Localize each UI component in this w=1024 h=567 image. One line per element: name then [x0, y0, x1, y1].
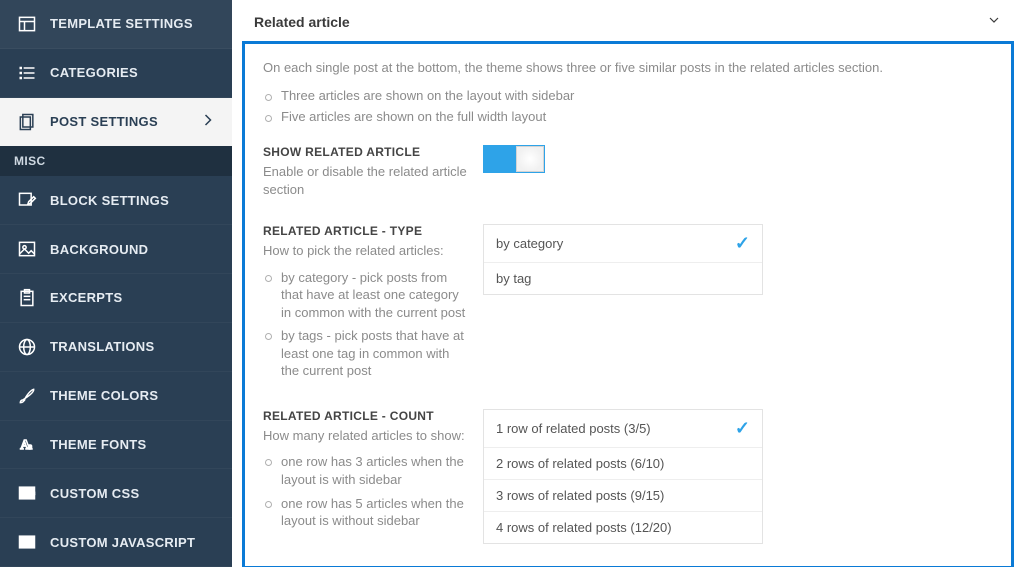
js-icon: JS: [14, 532, 40, 552]
sidebar-item-background[interactable]: BACKGROUND: [0, 225, 232, 274]
type-option-list: by category ✓ by tag ✓: [483, 224, 763, 295]
panel-body: On each single post at the bottom, the t…: [242, 41, 1014, 567]
count-option-4-rows[interactable]: 4 rows of related posts (12/20) ✓: [484, 512, 762, 543]
setting-related-article-type: RELATED ARTICLE - TYPE How to pick the r…: [263, 224, 993, 383]
check-icon: ✓: [735, 418, 750, 439]
option-label: 1 row of related posts (3/5): [496, 421, 651, 436]
count-option-2-rows[interactable]: 2 rows of related posts (6/10) ✓: [484, 448, 762, 480]
count-option-1-row[interactable]: 1 row of related posts (3/5) ✓: [484, 410, 762, 448]
sidebar-item-label: TEMPLATE SETTINGS: [50, 16, 193, 31]
sidebar-item-label: BACKGROUND: [50, 242, 148, 257]
font-icon: Aa: [14, 434, 40, 454]
sidebar-item-label: EXCERPTS: [50, 290, 122, 305]
setting-desc: How to pick the related articles: by cat…: [263, 242, 467, 383]
setting-title: RELATED ARTICLE - COUNT: [263, 409, 467, 423]
layout-icon: [14, 14, 40, 34]
edit-block-icon: [14, 190, 40, 210]
sidebar-item-template-settings[interactable]: TEMPLATE SETTINGS: [0, 0, 232, 49]
sidebar-item-theme-colors[interactable]: THEME COLORS: [0, 372, 232, 421]
panel-intro-bullets: Three articles are shown on the layout w…: [263, 85, 993, 127]
sidebar: TEMPLATE SETTINGS CATEGORIES POST SETTIN…: [0, 0, 232, 567]
setting-desc: Enable or disable the related article se…: [263, 163, 467, 198]
setting-bullet: by category - pick posts from that have …: [281, 266, 467, 325]
intro-bullet: Three articles are shown on the layout w…: [281, 85, 993, 106]
sidebar-item-block-settings[interactable]: BLOCK SETTINGS: [0, 176, 232, 225]
sidebar-item-label: CATEGORIES: [50, 65, 138, 80]
panel-header-related-article[interactable]: Related article: [232, 0, 1024, 41]
check-icon: ✓: [735, 233, 750, 254]
panel-title: Related article: [254, 14, 350, 30]
setting-bullet: by tags - pick posts that have at least …: [281, 324, 467, 383]
sidebar-item-label: POST SETTINGS: [50, 114, 158, 129]
setting-title: RELATED ARTICLE - TYPE: [263, 224, 467, 238]
clipboard-icon: [14, 288, 40, 308]
brush-icon: [14, 386, 40, 406]
option-label: by tag: [496, 271, 531, 286]
type-option-by-category[interactable]: by category ✓: [484, 225, 762, 263]
count-option-list: 1 row of related posts (3/5) ✓ 2 rows of…: [483, 409, 763, 544]
globe-icon: [14, 337, 40, 357]
sidebar-item-translations[interactable]: TRANSLATIONS: [0, 323, 232, 372]
chevron-right-icon: [198, 110, 218, 133]
intro-bullet: Five articles are shown on the full widt…: [281, 106, 993, 127]
list-icon: [14, 63, 40, 83]
setting-title: SHOW RELATED ARTICLE: [263, 145, 467, 159]
svg-text:a: a: [28, 442, 33, 451]
sidebar-item-label: THEME COLORS: [50, 388, 158, 403]
sidebar-item-label: CUSTOM JAVASCRIPT: [50, 535, 195, 550]
sidebar-item-categories[interactable]: CATEGORIES: [0, 49, 232, 98]
sidebar-item-post-settings[interactable]: POST SETTINGS: [0, 98, 232, 147]
panel-intro: On each single post at the bottom, the t…: [263, 60, 993, 75]
sidebar-item-theme-fonts[interactable]: Aa THEME FONTS: [0, 421, 232, 470]
document-copy-icon: [14, 112, 40, 132]
option-label: 3 rows of related posts (9/15): [496, 488, 664, 503]
sidebar-item-label: BLOCK SETTINGS: [50, 193, 169, 208]
sidebar-item-custom-css[interactable]: CSS CUSTOM CSS: [0, 469, 232, 518]
setting-bullet: one row has 3 articles when the layout i…: [281, 450, 467, 491]
svg-text:JS: JS: [23, 538, 33, 547]
show-related-toggle[interactable]: [483, 145, 545, 173]
setting-bullet: one row has 5 articles when the layout i…: [281, 492, 467, 533]
count-option-3-rows[interactable]: 3 rows of related posts (9/15) ✓: [484, 480, 762, 512]
sidebar-section-misc: MISC: [0, 146, 232, 176]
setting-related-article-count: RELATED ARTICLE - COUNT How many related…: [263, 409, 993, 544]
image-icon: [14, 239, 40, 259]
sidebar-item-custom-javascript[interactable]: JS CUSTOM JAVASCRIPT: [0, 518, 232, 567]
main-panel: Related article On each single post at t…: [232, 0, 1024, 567]
toggle-knob: [516, 146, 544, 172]
css-icon: CSS: [14, 483, 40, 503]
option-label: 4 rows of related posts (12/20): [496, 520, 672, 535]
type-option-by-tag[interactable]: by tag ✓: [484, 263, 762, 294]
sidebar-item-label: THEME FONTS: [50, 437, 146, 452]
chevron-down-icon: [986, 12, 1002, 31]
option-label: by category: [496, 236, 563, 251]
sidebar-item-label: CUSTOM CSS: [50, 486, 139, 501]
svg-text:CSS: CSS: [21, 491, 36, 498]
sidebar-item-excerpts[interactable]: EXCERPTS: [0, 274, 232, 323]
setting-show-related-article: SHOW RELATED ARTICLE Enable or disable t…: [263, 145, 993, 198]
option-label: 2 rows of related posts (6/10): [496, 456, 664, 471]
setting-desc: How many related articles to show: one r…: [263, 427, 467, 533]
sidebar-item-label: TRANSLATIONS: [50, 339, 154, 354]
